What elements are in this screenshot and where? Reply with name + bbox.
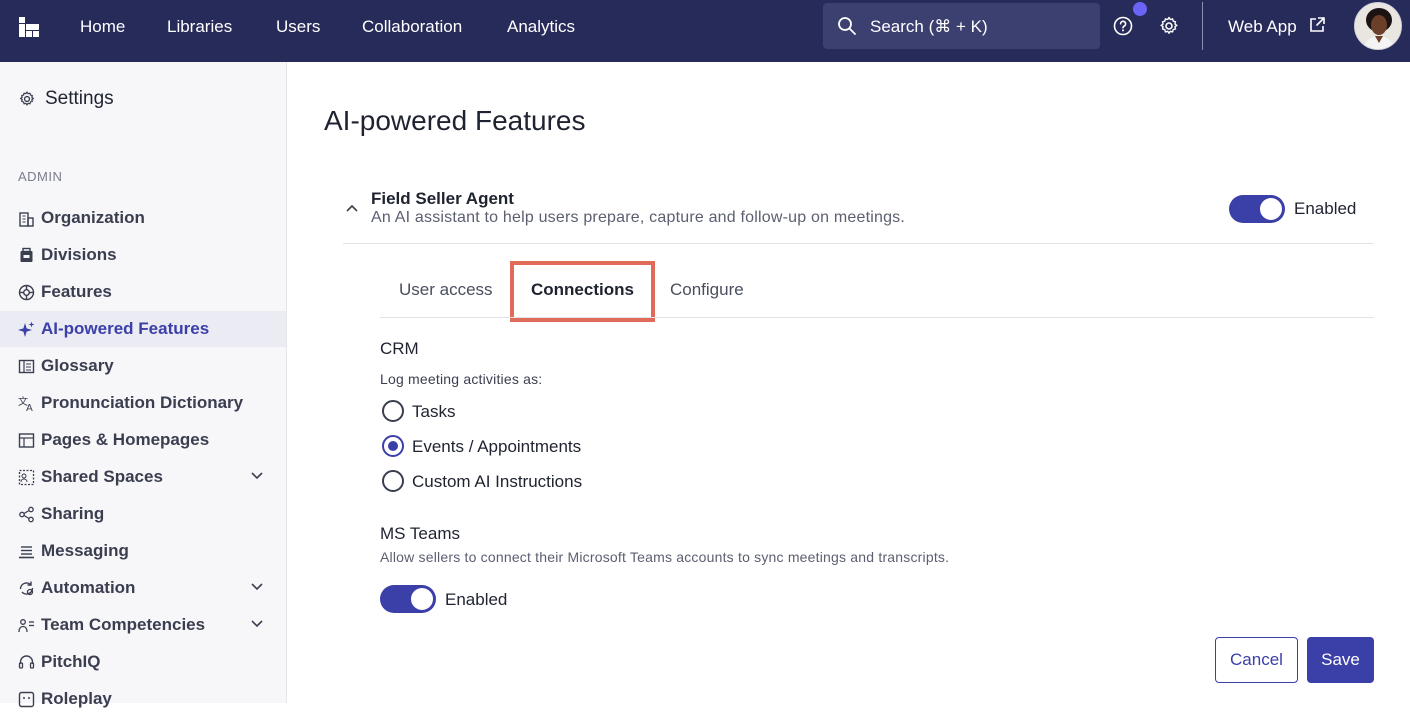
radio-tasks[interactable] [382, 400, 404, 422]
sidebar-item-shared-spaces[interactable]: Shared Spaces [0, 459, 286, 495]
page-title: AI-powered Features [324, 105, 586, 136]
search-box[interactable]: Search (⌘ + K) [823, 3, 1100, 49]
sparkle-icon [18, 321, 35, 337]
sidebar-item-ai-powered-features[interactable]: AI-powered Features [0, 311, 286, 347]
agent-enabled-toggle[interactable] [1229, 195, 1285, 223]
agent-title: Field Seller Agent [371, 189, 514, 208]
shared-spaces-icon [18, 469, 35, 486]
sidebar-item-label: Glossary [41, 356, 114, 375]
admin-section-label: ADMIN [18, 169, 63, 184]
settings-gear-icon [19, 91, 35, 106]
crm-prompt: Log meeting activities as: [380, 371, 543, 387]
sidebar-item-label: AI-powered Features [41, 319, 210, 338]
cancel-button[interactable]: Cancel [1215, 637, 1298, 683]
tab-highlight-box [510, 261, 655, 322]
automation-icon [19, 581, 34, 596]
sidebar-item-label: Roleplay [41, 689, 112, 708]
sidebar-item-label: Features [41, 282, 112, 301]
settings-title: Settings [45, 88, 114, 109]
tabs-divider [380, 317, 1374, 318]
divisions-icon [20, 247, 33, 262]
gear-icon[interactable] [1158, 15, 1180, 37]
translate-icon: 文A [18, 395, 33, 412]
sidebar-item-sharing[interactable]: Sharing [0, 496, 286, 532]
sidebar-item-pitchiq[interactable]: PitchIQ [0, 644, 286, 680]
sidebar-item-divisions[interactable]: Divisions [0, 237, 286, 273]
radio-custom-ai-instructions[interactable] [382, 470, 404, 492]
nav-analytics[interactable]: Analytics [507, 17, 575, 37]
toggle-knob [411, 588, 433, 610]
search-icon [838, 17, 856, 35]
radio-label-events-appointments[interactable]: Events / Appointments [412, 437, 581, 457]
ms-teams-toggle-label: Enabled [445, 590, 508, 609]
sidebar-item-roleplay[interactable]: Roleplay [0, 681, 286, 717]
top-navigation-bar: Home Libraries Users Collaboration Analy… [0, 0, 1410, 62]
glossary-icon [18, 359, 35, 374]
sidebar-item-label: Pronunciation Dictionary [41, 393, 244, 412]
radio-label-tasks[interactable]: Tasks [412, 402, 455, 422]
ms-teams-enabled-toggle[interactable] [380, 585, 436, 613]
nav-libraries[interactable]: Libraries [167, 17, 232, 37]
sidebar-item-team-competencies[interactable]: Team Competencies [0, 607, 286, 643]
sidebar-item-pronunciation-dictionary[interactable]: 文A Pronunciation Dictionary [0, 385, 286, 421]
sidebar-item-automation[interactable]: Automation [0, 570, 286, 606]
sidebar-item-label: PitchIQ [41, 652, 101, 671]
sidebar-item-features[interactable]: Features [0, 274, 286, 310]
help-icon[interactable] [1112, 15, 1134, 37]
building-icon [19, 212, 34, 227]
ms-teams-description: Allow sellers to connect their Microsoft… [380, 549, 950, 565]
logo-icon[interactable] [19, 17, 39, 37]
nav-collaboration[interactable]: Collaboration [362, 17, 462, 37]
save-button[interactable]: Save [1307, 637, 1374, 683]
external-link-icon[interactable] [1308, 16, 1326, 34]
radio-events-appointments[interactable] [382, 435, 404, 457]
messaging-icon [19, 546, 34, 559]
crm-section-title: CRM [380, 339, 419, 358]
sidebar-item-label: Messaging [41, 541, 129, 560]
nav-home[interactable]: Home [80, 17, 125, 37]
agent-toggle-label: Enabled [1294, 199, 1357, 218]
headset-icon [18, 655, 35, 669]
nav-users[interactable]: Users [276, 17, 320, 37]
settings-sidebar: Settings ADMIN Organization Divisions Fe… [0, 62, 287, 708]
search-placeholder: Search (⌘ + K) [870, 17, 988, 36]
sidebar-item-messaging[interactable]: Messaging [0, 533, 286, 569]
team-icon [18, 619, 34, 633]
roleplay-icon [18, 691, 35, 708]
sidebar-item-organization[interactable]: Organization [0, 200, 286, 236]
sidebar-item-label: Sharing [41, 504, 105, 523]
toggle-knob [1260, 198, 1282, 220]
nav-divider [1202, 2, 1203, 50]
sidebar-item-pages-homepages[interactable]: Pages & Homepages [0, 422, 286, 458]
divider [343, 243, 1374, 244]
chevron-up-icon[interactable] [345, 203, 359, 213]
tab-configure[interactable]: Configure [670, 280, 744, 300]
svg-text:A: A [26, 403, 33, 412]
radio-label-custom-ai-instructions[interactable]: Custom AI Instructions [412, 472, 582, 492]
tab-user-access[interactable]: User access [399, 280, 493, 300]
features-icon [18, 284, 35, 301]
sidebar-item-label: Team Competencies [41, 615, 206, 634]
web-app-link[interactable]: Web App [1228, 17, 1297, 37]
sidebar-item-label: Pages & Homepages [41, 430, 210, 449]
chevron-down-icon[interactable] [250, 582, 264, 592]
sidebar-item-label: Divisions [41, 245, 117, 264]
pages-icon [18, 433, 35, 448]
share-icon [19, 506, 34, 523]
notification-dot [1133, 2, 1147, 16]
sidebar-item-glossary[interactable]: Glossary [0, 348, 286, 384]
sidebar-item-label: Shared Spaces [41, 467, 163, 486]
sidebar-item-label: Automation [41, 578, 136, 597]
chevron-down-icon[interactable] [250, 471, 264, 481]
agent-description: An AI assistant to help users prepare, c… [371, 209, 906, 226]
sidebar-item-label: Organization [41, 208, 145, 227]
user-avatar[interactable] [1354, 2, 1402, 50]
ms-teams-section-title: MS Teams [380, 524, 460, 543]
chevron-down-icon[interactable] [250, 619, 264, 629]
